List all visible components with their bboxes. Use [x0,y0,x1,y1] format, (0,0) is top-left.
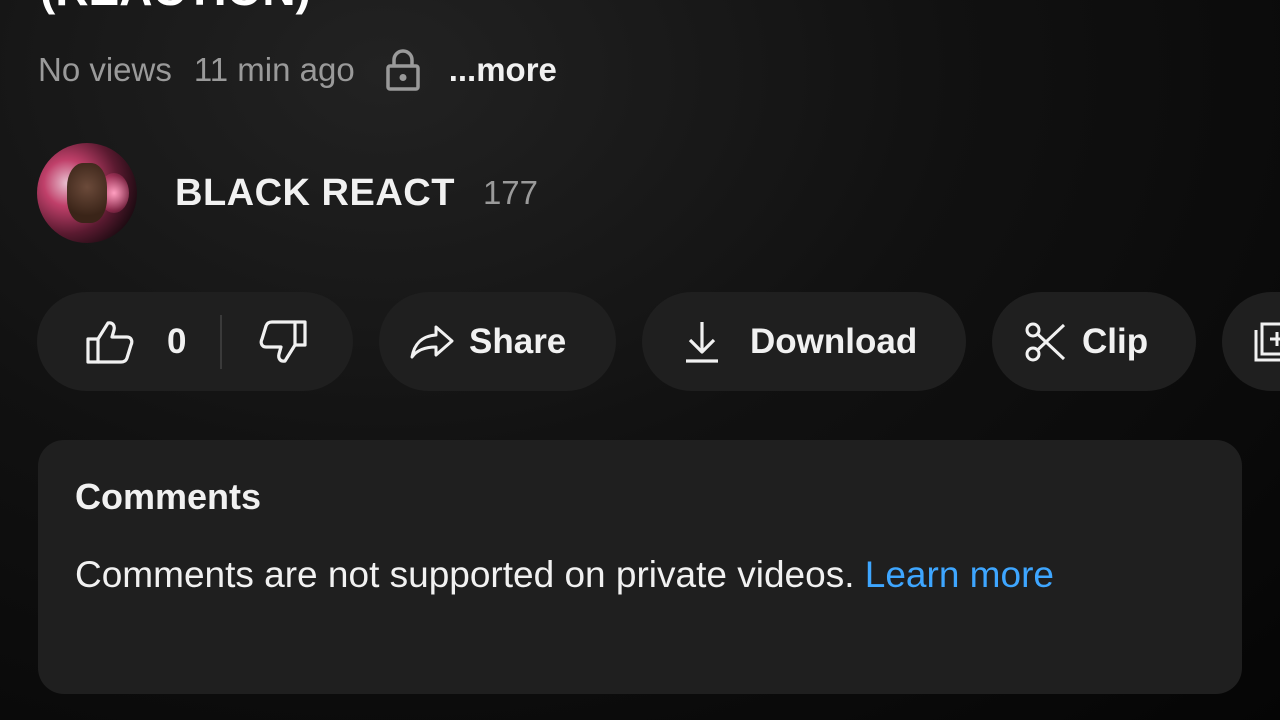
video-title: (REACTION) [40,0,311,16]
scissors-icon [1024,321,1066,363]
save-button[interactable] [1222,292,1280,391]
thumbs-up-icon[interactable] [85,319,135,365]
download-label: Download [750,321,918,361]
video-details-panel: (REACTION) No views 11 min ago ...more B… [0,0,1280,720]
subscriber-count: 177 [482,174,538,211]
clip-button[interactable]: Clip [992,292,1196,391]
like-dislike-pill: 0 [37,292,353,391]
share-arrow-icon [409,324,455,360]
download-button[interactable]: Download [642,292,966,391]
more-button[interactable]: ...more [449,51,557,89]
comments-heading: Comments [75,476,262,517]
like-count: 0 [167,321,187,361]
download-icon [684,320,720,364]
thumbs-down-icon[interactable] [258,319,308,365]
save-playlist-icon [1254,322,1280,362]
lock-icon [385,48,421,92]
comments-disabled-message: Comments are not supported on private vi… [75,550,1175,599]
channel-name[interactable]: BLACK REACT [175,172,455,215]
clip-label: Clip [1082,321,1149,361]
channel-row[interactable]: BLACK REACT 177 [37,143,538,243]
share-label: Share [469,321,567,361]
channel-avatar[interactable] [37,143,137,243]
action-bar: 0 Share Download Clip [37,292,1280,391]
upload-age: 11 min ago [193,51,355,88]
learn-more-link[interactable]: Learn more [865,554,1054,595]
comments-message-text: Comments are not supported on private vi… [75,554,855,595]
comments-section: Comments Comments are not supported on p… [38,440,1242,694]
video-meta-row[interactable]: No views 11 min ago ...more [38,48,557,92]
view-count: No views [38,51,172,88]
like-divider [220,314,223,369]
share-button[interactable]: Share [379,292,616,391]
